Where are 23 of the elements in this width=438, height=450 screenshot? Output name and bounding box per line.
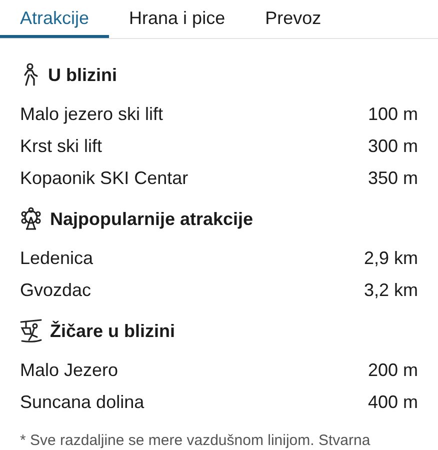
tab[interactable]: Hrana i pice xyxy=(109,0,246,38)
distance: 100 m xyxy=(368,104,418,124)
section-heading: Žičare u blizini xyxy=(50,320,176,342)
place-name: Ledenica xyxy=(20,248,94,268)
distance: 200 m xyxy=(368,360,418,380)
section-heading: U blizini xyxy=(48,64,117,86)
place-name: Gvozdac xyxy=(20,280,92,300)
place-name: Suncana dolina xyxy=(20,392,144,412)
place-name: Kopaonik SKI Centar xyxy=(20,168,188,188)
tab[interactable]: Prevoz xyxy=(245,0,342,38)
distance: 3,2 km xyxy=(364,280,418,300)
distance: 300 m xyxy=(368,136,418,156)
footnote: * Sve razdaljine se mere vazdušnom linijom. Stvarna xyxy=(20,432,370,449)
place-name: Krst ski lift xyxy=(20,136,102,156)
place-name: Malo jezero ski lift xyxy=(20,104,164,124)
distance: 350 m xyxy=(368,168,418,188)
distance: 2,9 km xyxy=(364,248,418,268)
place-name: Malo Jezero xyxy=(20,360,118,380)
ferris-wheel-icon xyxy=(20,207,42,231)
tab[interactable]: Atrakcije xyxy=(0,0,110,38)
section-heading: Najpopularnije atrakcije xyxy=(50,208,254,230)
distance: 400 m xyxy=(368,392,418,412)
ski-lift-icon xyxy=(20,319,42,343)
